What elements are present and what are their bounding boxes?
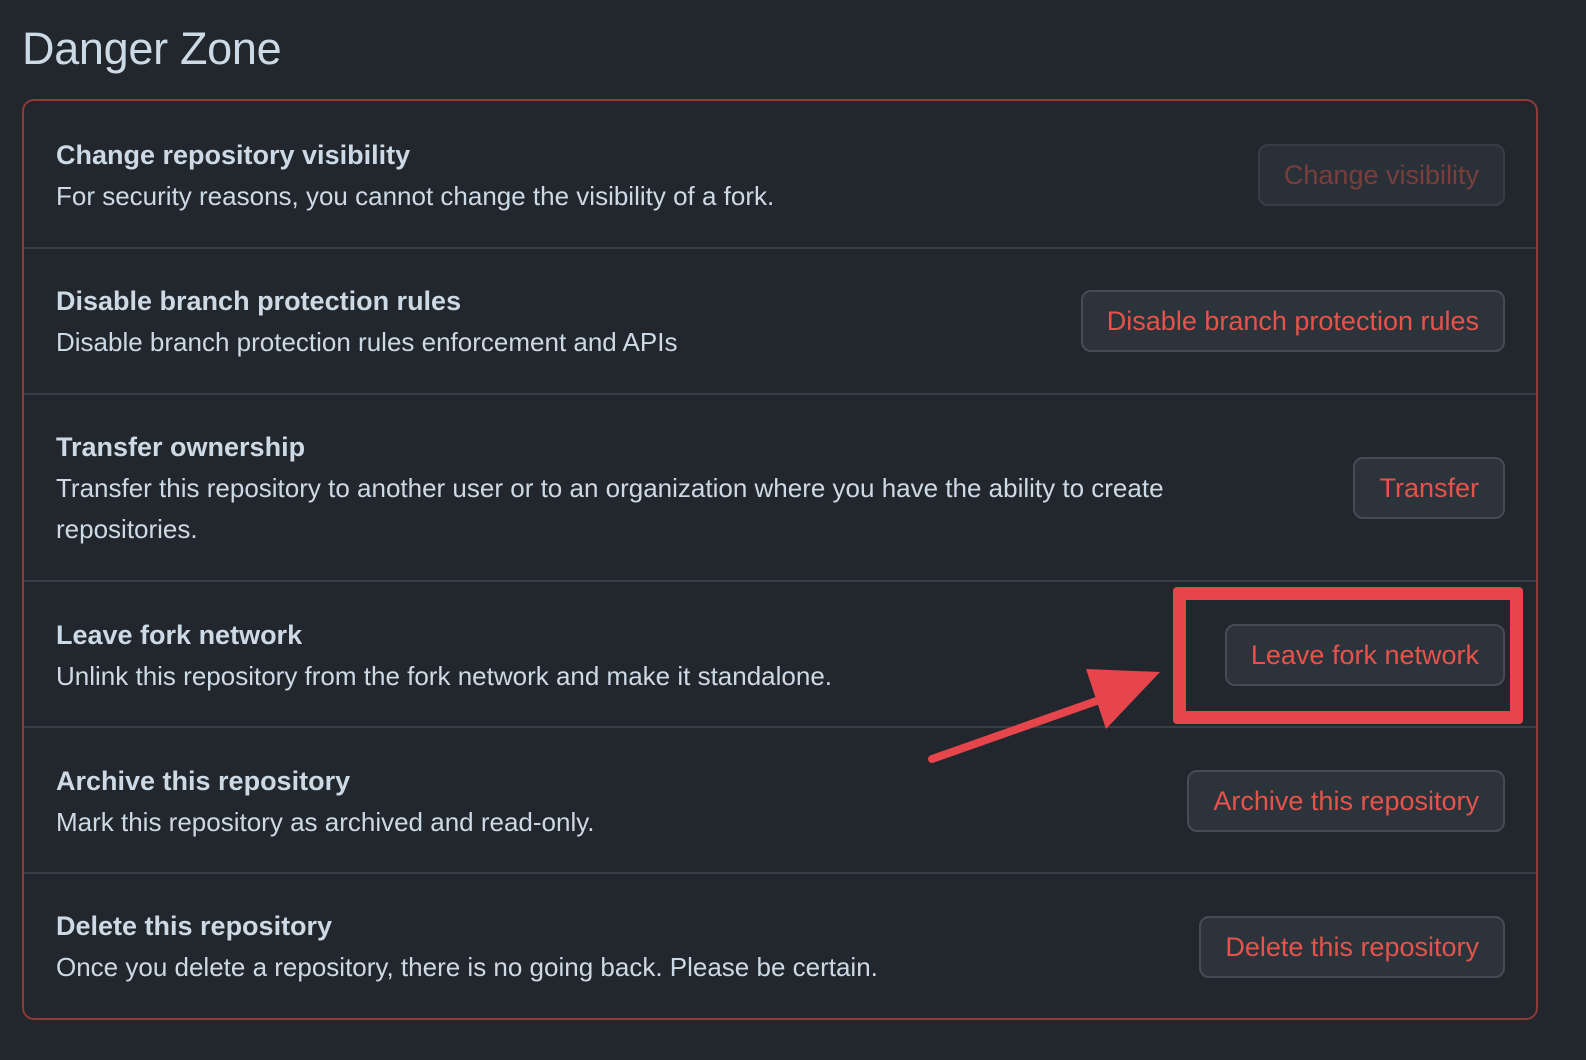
page-title: Danger Zone <box>22 23 282 74</box>
setting-heading: Leave fork network <box>56 620 303 650</box>
delete-repository-button[interactable]: Delete this repository <box>1199 916 1505 978</box>
setting-description: Unlink this repository from the fork net… <box>56 661 833 691</box>
setting-heading: Archive this repository <box>56 766 351 796</box>
setting-heading: Change repository visibility <box>56 140 411 170</box>
setting-row-change-visibility: Change repository visibility For securit… <box>24 101 1536 247</box>
archive-repository-button[interactable]: Archive this repository <box>1187 770 1505 832</box>
setting-description: Transfer this repository to another user… <box>56 473 1164 544</box>
setting-row-disable-branch-protection: Disable branch protection rules Disable … <box>24 247 1536 395</box>
setting-heading: Disable branch protection rules <box>56 286 462 316</box>
setting-description: Once you delete a repository, there is n… <box>56 952 878 982</box>
setting-row-transfer-ownership: Transfer ownership Transfer this reposit… <box>24 393 1536 582</box>
setting-description: For security reasons, you cannot change … <box>56 181 775 211</box>
change-visibility-button[interactable]: Change visibility <box>1257 144 1505 206</box>
setting-description: Disable branch protection rules enforcem… <box>56 327 678 357</box>
setting-row-archive: Archive this repository Mark this reposi… <box>24 726 1536 874</box>
disable-branch-protection-button[interactable]: Disable branch protection rules <box>1080 290 1505 352</box>
setting-heading: Transfer ownership <box>56 432 306 462</box>
danger-zone-box: Change repository visibility For securit… <box>22 99 1538 1020</box>
setting-heading: Delete this repository <box>56 911 333 941</box>
setting-row-delete: Delete this repository Once you delete a… <box>24 872 1536 1018</box>
transfer-button[interactable]: Transfer <box>1353 457 1505 519</box>
annotation-highlight-box <box>1173 587 1523 724</box>
setting-description: Mark this repository as archived and rea… <box>56 807 595 837</box>
